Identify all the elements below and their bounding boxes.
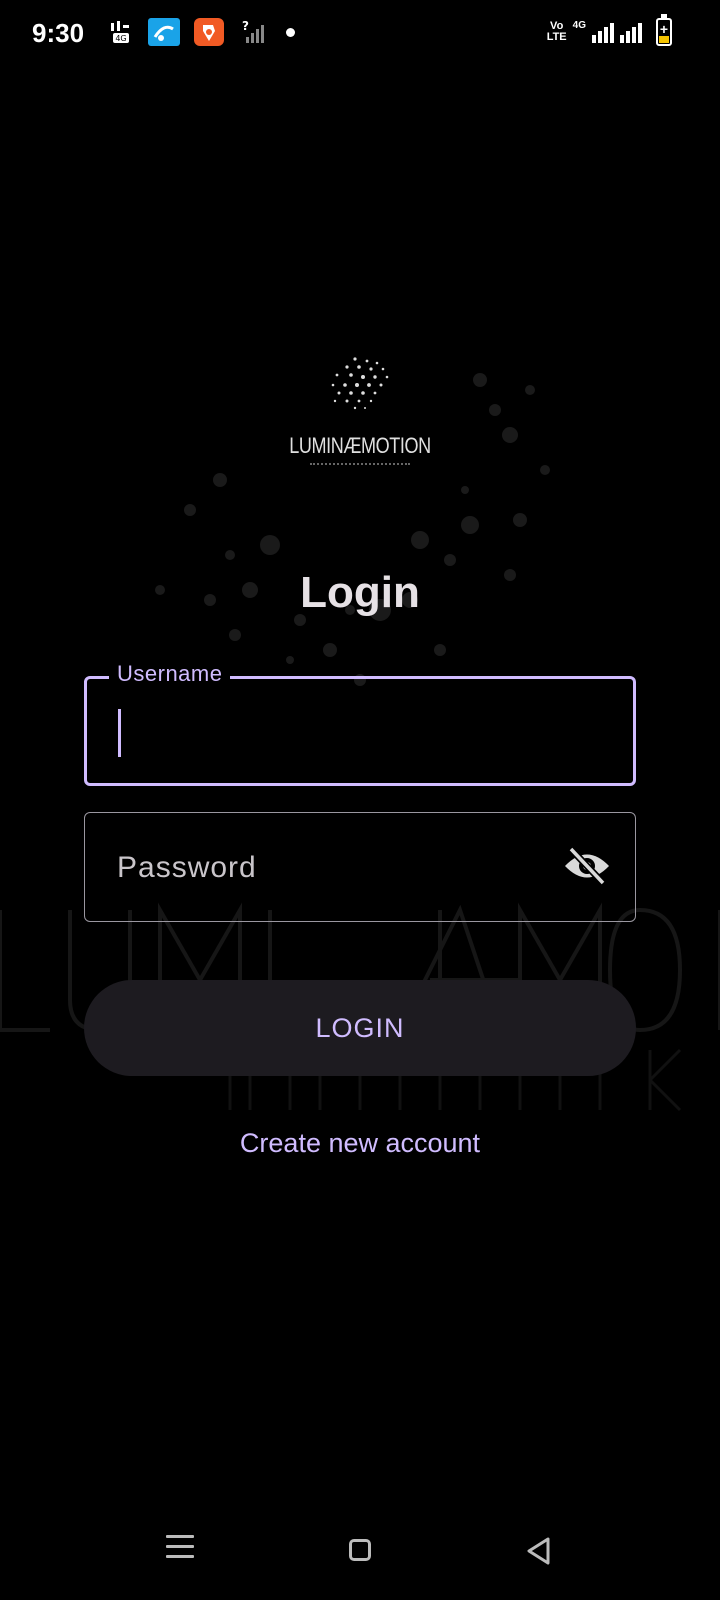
battery-charging-icon: + (656, 14, 672, 46)
network-indicators: Vo LTE 4G (547, 18, 642, 46)
username-label: Username (109, 661, 231, 687)
back-icon[interactable] (524, 1536, 554, 1566)
svg-text:4G: 4G (115, 34, 126, 43)
no-sim-signal-icon: ? (240, 18, 264, 46)
page-title: Login (300, 568, 420, 617)
home-icon[interactable] (349, 1539, 371, 1561)
logo-dots-icon (331, 357, 389, 410)
network-type-label: 4G (572, 20, 586, 31)
signal-strength-2-icon (620, 21, 642, 43)
status-time: 9:30 (32, 18, 85, 48)
svg-text:?: ? (242, 19, 249, 33)
username-field[interactable]: Username (84, 661, 636, 786)
username-input[interactable] (119, 715, 519, 755)
app-notification-icon (194, 18, 224, 46)
status-bar: 9:30 4G ? Vo LTE 4G + (0, 0, 720, 66)
password-placeholder: Password (117, 851, 257, 884)
notification-dot-icon (286, 28, 295, 37)
create-account-link[interactable]: Create new account (0, 1128, 720, 1159)
logo-tagline-graphic (310, 463, 410, 465)
jazz-4g-icon: 4G (108, 18, 132, 46)
password-field[interactable]: Password (84, 812, 636, 922)
recents-menu-icon[interactable] (166, 1535, 194, 1559)
app-logo: LUMINÆMOTION (270, 355, 450, 475)
telenor-icon (148, 18, 180, 46)
login-button[interactable]: LOGIN (84, 980, 636, 1076)
logo-wordmark: LUMINÆMOTION (289, 433, 431, 458)
eye-off-icon[interactable] (563, 845, 611, 887)
signal-strength-icon (592, 21, 614, 43)
volte-icon: Vo LTE (546, 20, 567, 43)
login-screen: 9:30 4G ? Vo LTE 4G + LUMINÆMOTION Login… (0, 0, 720, 1600)
